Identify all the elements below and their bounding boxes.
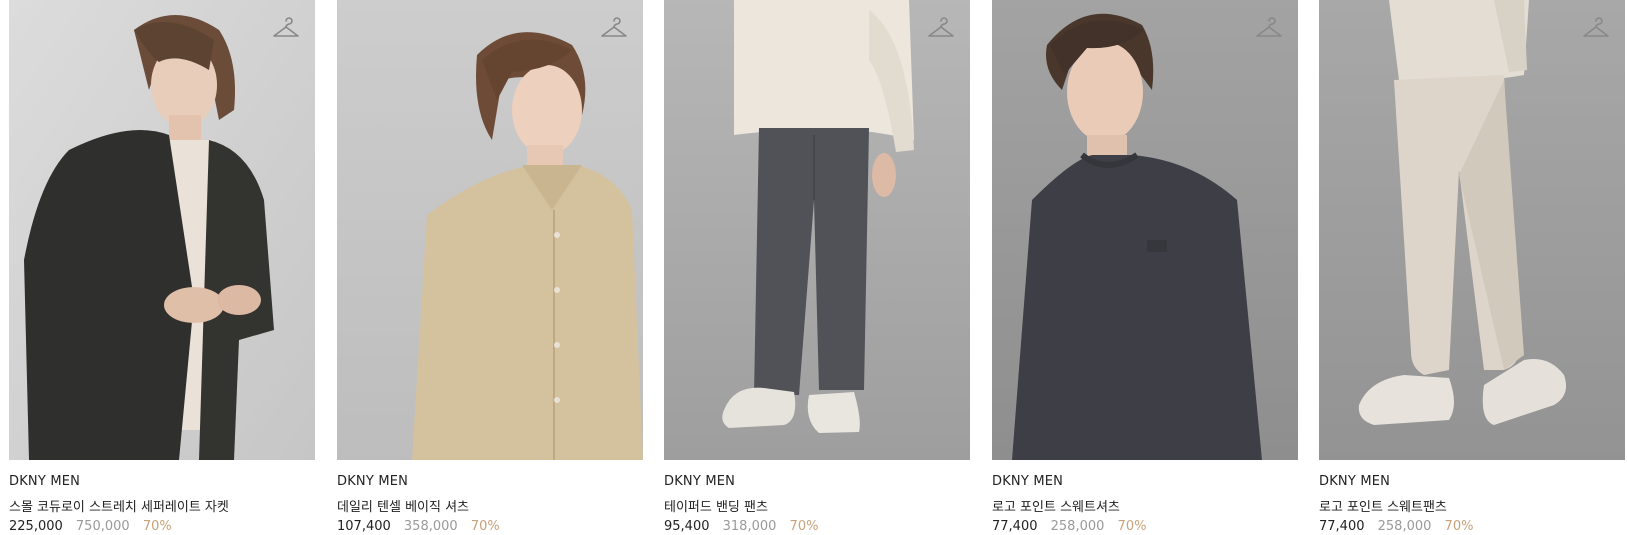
discount-rate: 70%: [142, 519, 172, 534]
product-name[interactable]: 로고 포인트 스웨트셔츠: [992, 496, 1120, 515]
product-image[interactable]: [9, 0, 315, 460]
original-price: 258,000: [1050, 519, 1105, 534]
original-price: 358,000: [403, 519, 458, 534]
product-brand: DKNY MEN: [664, 474, 736, 489]
discount-rate: 70%: [1444, 519, 1474, 534]
product-brand: DKNY MEN: [337, 474, 409, 489]
hanger-icon[interactable]: [926, 14, 956, 44]
product-image[interactable]: [992, 0, 1298, 460]
hanger-icon[interactable]: [271, 14, 301, 44]
product-card[interactable]: DKNY MEN 로고 포인트 스웨트셔츠 77,400 258,000 70%: [992, 0, 1298, 535]
discount-rate: 70%: [470, 519, 500, 534]
product-name[interactable]: 테이퍼드 밴딩 팬츠: [664, 496, 768, 515]
product-price-row: 225,000 750,000 70%: [9, 519, 172, 534]
product-card[interactable]: DKNY MEN 로고 포인트 스웨트팬츠 77,400 258,000 70%: [1319, 0, 1625, 535]
product-card[interactable]: DKNY MEN 스몰 코듀로이 스트레치 세퍼레이트 자켓 225,000 7…: [9, 0, 315, 535]
product-price-row: 77,400 258,000 70%: [1319, 519, 1473, 534]
product-price-row: 107,400 358,000 70%: [337, 519, 500, 534]
product-photo: [664, 0, 970, 460]
product-price-row: 77,400 258,000 70%: [992, 519, 1146, 534]
hanger-icon[interactable]: [1581, 14, 1611, 44]
product-name[interactable]: 데일리 텐셀 베이직 셔츠: [337, 496, 469, 515]
product-photo: [9, 0, 315, 460]
product-brand: DKNY MEN: [9, 474, 81, 489]
sale-price: 95,400: [664, 519, 710, 534]
original-price: 750,000: [75, 519, 130, 534]
sale-price: 77,400: [1319, 519, 1365, 534]
hanger-icon[interactable]: [599, 14, 629, 44]
product-image[interactable]: [664, 0, 970, 460]
product-price-row: 95,400 318,000 70%: [664, 519, 818, 534]
product-name[interactable]: 스몰 코듀로이 스트레치 세퍼레이트 자켓: [9, 496, 229, 515]
discount-rate: 70%: [789, 519, 819, 534]
product-grid: DKNY MEN 스몰 코듀로이 스트레치 세퍼레이트 자켓 225,000 7…: [0, 0, 1627, 535]
sale-price: 107,400: [337, 519, 391, 534]
product-name[interactable]: 로고 포인트 스웨트팬츠: [1319, 496, 1447, 515]
product-image[interactable]: [1319, 0, 1625, 460]
sale-price: 225,000: [9, 519, 63, 534]
product-brand: DKNY MEN: [1319, 474, 1391, 489]
hanger-icon[interactable]: [1254, 14, 1284, 44]
product-image[interactable]: [337, 0, 643, 460]
product-brand: DKNY MEN: [992, 474, 1064, 489]
product-photo: [992, 0, 1298, 460]
original-price: 258,000: [1377, 519, 1432, 534]
product-photo: [1319, 0, 1625, 460]
sale-price: 77,400: [992, 519, 1038, 534]
product-card[interactable]: DKNY MEN 테이퍼드 밴딩 팬츠 95,400 318,000 70%: [664, 0, 970, 535]
original-price: 318,000: [722, 519, 777, 534]
product-photo: [337, 0, 643, 460]
discount-rate: 70%: [1117, 519, 1147, 534]
product-card[interactable]: DKNY MEN 데일리 텐셀 베이직 셔츠 107,400 358,000 7…: [337, 0, 643, 535]
